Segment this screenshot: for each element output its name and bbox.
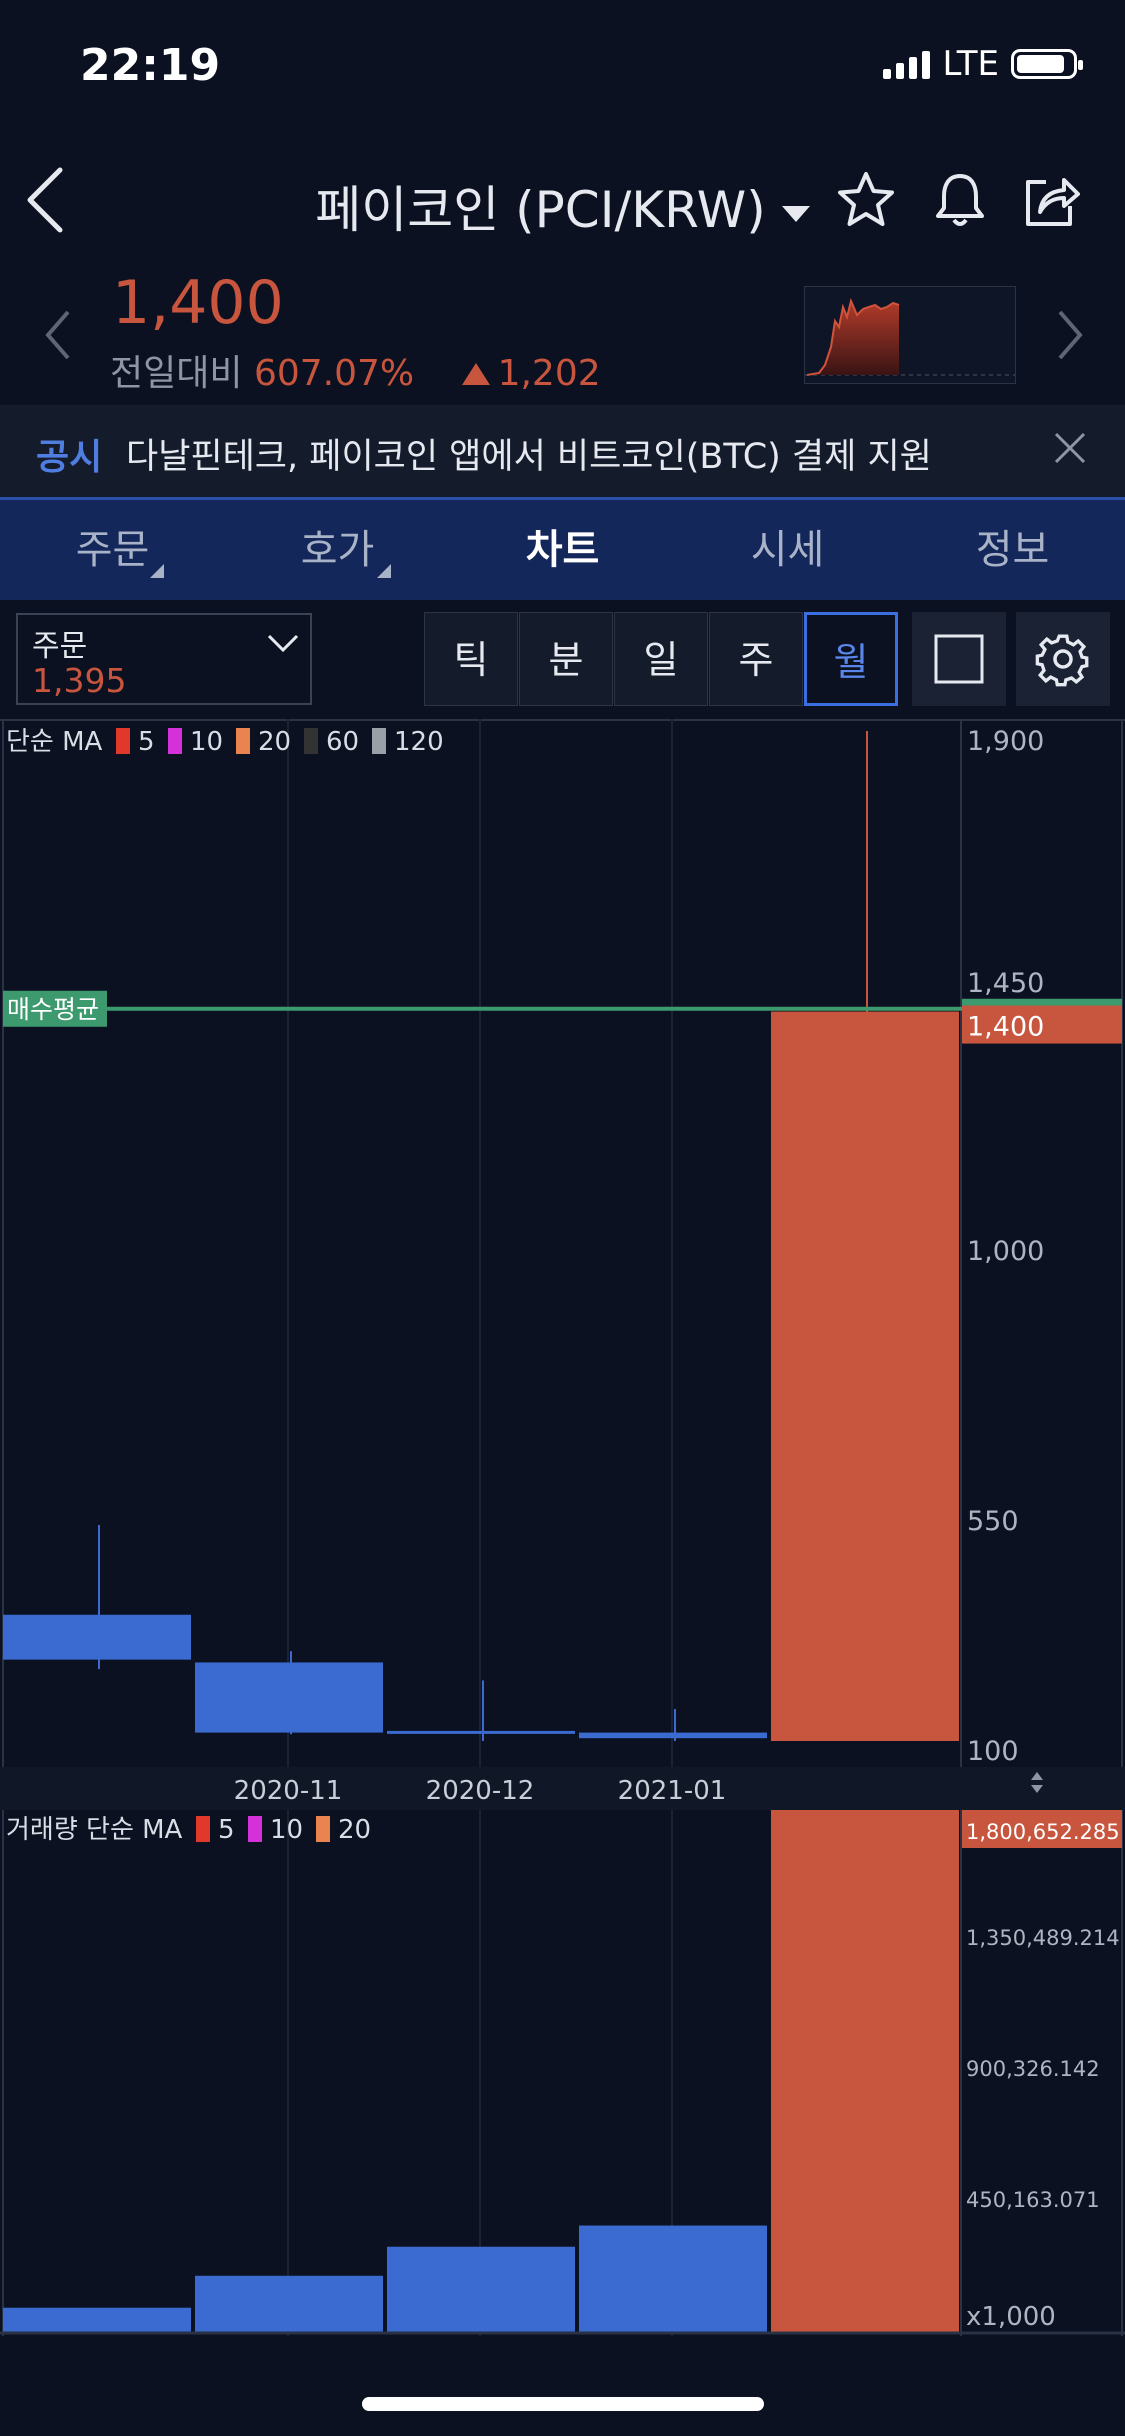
x-tick-label: 2020-11: [234, 1776, 343, 1806]
candle-body: [195, 1662, 383, 1733]
fullscreen-button[interactable]: [912, 612, 1006, 706]
order-label: 주문: [32, 629, 88, 664]
tab-orderbook[interactable]: 호가: [225, 500, 450, 600]
volume-bar: [771, 1810, 959, 2333]
ma-legend-label: 20: [338, 1815, 371, 1845]
candle-body: [387, 1730, 575, 1734]
tab-chart-label: 차트: [525, 527, 600, 573]
square-icon: [934, 634, 984, 684]
ma-legend-label: 120: [394, 727, 444, 757]
tab-orderbook-label: 호가: [300, 527, 375, 573]
x-tick-label: 2020-12: [426, 1776, 535, 1806]
up-triangle-icon: [461, 363, 490, 385]
current-price-tag-label: 1,400: [967, 1012, 1044, 1043]
volume-bar: [387, 2246, 575, 2333]
y-tick-label: 1,000: [967, 1236, 1044, 1267]
signal-icon: [883, 49, 931, 79]
ma-legend-swatch: [304, 728, 318, 754]
mini-price-chart: [804, 286, 1016, 384]
tab-info-label: 정보: [975, 527, 1050, 573]
period-month[interactable]: 월: [804, 612, 898, 706]
period-day[interactable]: 일: [614, 612, 708, 706]
bell-icon[interactable]: [928, 168, 992, 232]
order-price-selector[interactable]: 주문 1,395: [16, 613, 312, 705]
y-tick-label: 1,450: [967, 968, 1044, 999]
close-icon[interactable]: [1050, 428, 1090, 468]
corner-indicator-icon: [150, 564, 164, 578]
period-week[interactable]: 주: [709, 612, 803, 706]
chevron-down-icon: [267, 634, 299, 653]
prev-coin-icon[interactable]: [38, 300, 78, 370]
price-change: 전일대비 607.07% 1,202: [110, 344, 601, 396]
star-icon[interactable]: [834, 168, 898, 232]
change-percent: 607.07%: [253, 353, 415, 394]
next-coin-icon[interactable]: [1050, 300, 1090, 370]
period-tick[interactable]: 틱: [424, 612, 518, 706]
battery-icon: [1011, 49, 1083, 79]
tab-order[interactable]: 주문: [0, 500, 225, 600]
tab-market[interactable]: 시세: [675, 500, 900, 600]
corner-indicator-icon: [377, 564, 391, 578]
avg-buy-label: 매수평균: [7, 995, 99, 1024]
tab-order-label: 주문: [75, 527, 150, 573]
status-indicators: LTE: [883, 44, 1083, 84]
network-label: LTE: [942, 44, 999, 84]
gear-icon: [1035, 634, 1089, 687]
tab-bar: 주문 호가 차트 시세 정보: [0, 497, 1125, 600]
period-minute[interactable]: 분: [519, 612, 613, 706]
volume-y-tick-label: 1,350,489.214: [966, 1926, 1120, 1950]
candle-body: [579, 1732, 767, 1739]
volume-y-tick-label: 900,326.142: [966, 2057, 1100, 2081]
ma-legend-label: 10: [270, 1815, 303, 1845]
ma-legend-swatch: [248, 1816, 262, 1842]
notice-text[interactable]: 다날핀테크, 페이코인 앱에서 비트코인(BTC) 결제 지원: [126, 428, 932, 479]
ma-legend-title: 단순 MA: [6, 727, 103, 757]
ma-legend-label: 10: [190, 727, 223, 757]
ma-legend-swatch: [196, 1816, 210, 1842]
volume-bar: [579, 2225, 767, 2333]
volume-y-tick-label: 450,163.071: [966, 2188, 1100, 2212]
price-chart[interactable]: 2020-11 2020-12 2021-01 1,900 1,450 1,00…: [0, 719, 1125, 2336]
y-tick-label: 100: [967, 1736, 1019, 1767]
ma-legend-swatch: [316, 1816, 330, 1842]
volume-bar: [3, 2307, 191, 2333]
current-price: 1,400: [112, 268, 284, 338]
volume-legend-title: 거래량 단순 MA: [6, 1815, 183, 1845]
volume-bar: [195, 2275, 383, 2333]
home-indicator[interactable]: [362, 2397, 764, 2411]
candle-body: [771, 1011, 959, 1741]
change-label: 전일대비: [110, 353, 243, 394]
ma-legend-swatch: [116, 728, 130, 754]
ma-legend-label: 20: [258, 727, 291, 757]
ma-legend-label: 60: [326, 727, 359, 757]
ma-legend-swatch: [236, 728, 250, 754]
candle-body: [3, 1614, 191, 1660]
tab-info[interactable]: 정보: [900, 500, 1125, 600]
coin-name: 페이코인 (PCI/KRW): [315, 181, 766, 239]
volume-y-tick-label: x1,000: [966, 2302, 1056, 2332]
notice-tag: 공시: [36, 437, 103, 478]
x-tick-label: 2021-01: [618, 1776, 727, 1806]
change-amount: 1,202: [497, 353, 601, 394]
ma-legend-label: 5: [138, 727, 155, 757]
volume-y-tick-label: 1,800,652.285: [966, 1820, 1120, 1844]
status-time: 22:19: [80, 40, 221, 91]
x-axis-band: [0, 1767, 1125, 1810]
tab-market-label: 시세: [750, 527, 825, 573]
y-tick-label: 550: [967, 1506, 1019, 1537]
settings-button[interactable]: [1016, 612, 1110, 706]
y-tick-label: 1,900: [967, 726, 1044, 757]
order-value: 1,395: [32, 661, 127, 700]
tab-chart[interactable]: 차트: [450, 500, 675, 600]
ma-legend-swatch: [168, 728, 182, 754]
period-selector: 틱 분 일 주 월: [424, 612, 899, 708]
share-icon[interactable]: [1018, 168, 1082, 232]
ma-legend-label: 5: [218, 1815, 235, 1845]
dropdown-caret-icon: [781, 205, 810, 222]
ma-legend-swatch: [372, 728, 386, 754]
